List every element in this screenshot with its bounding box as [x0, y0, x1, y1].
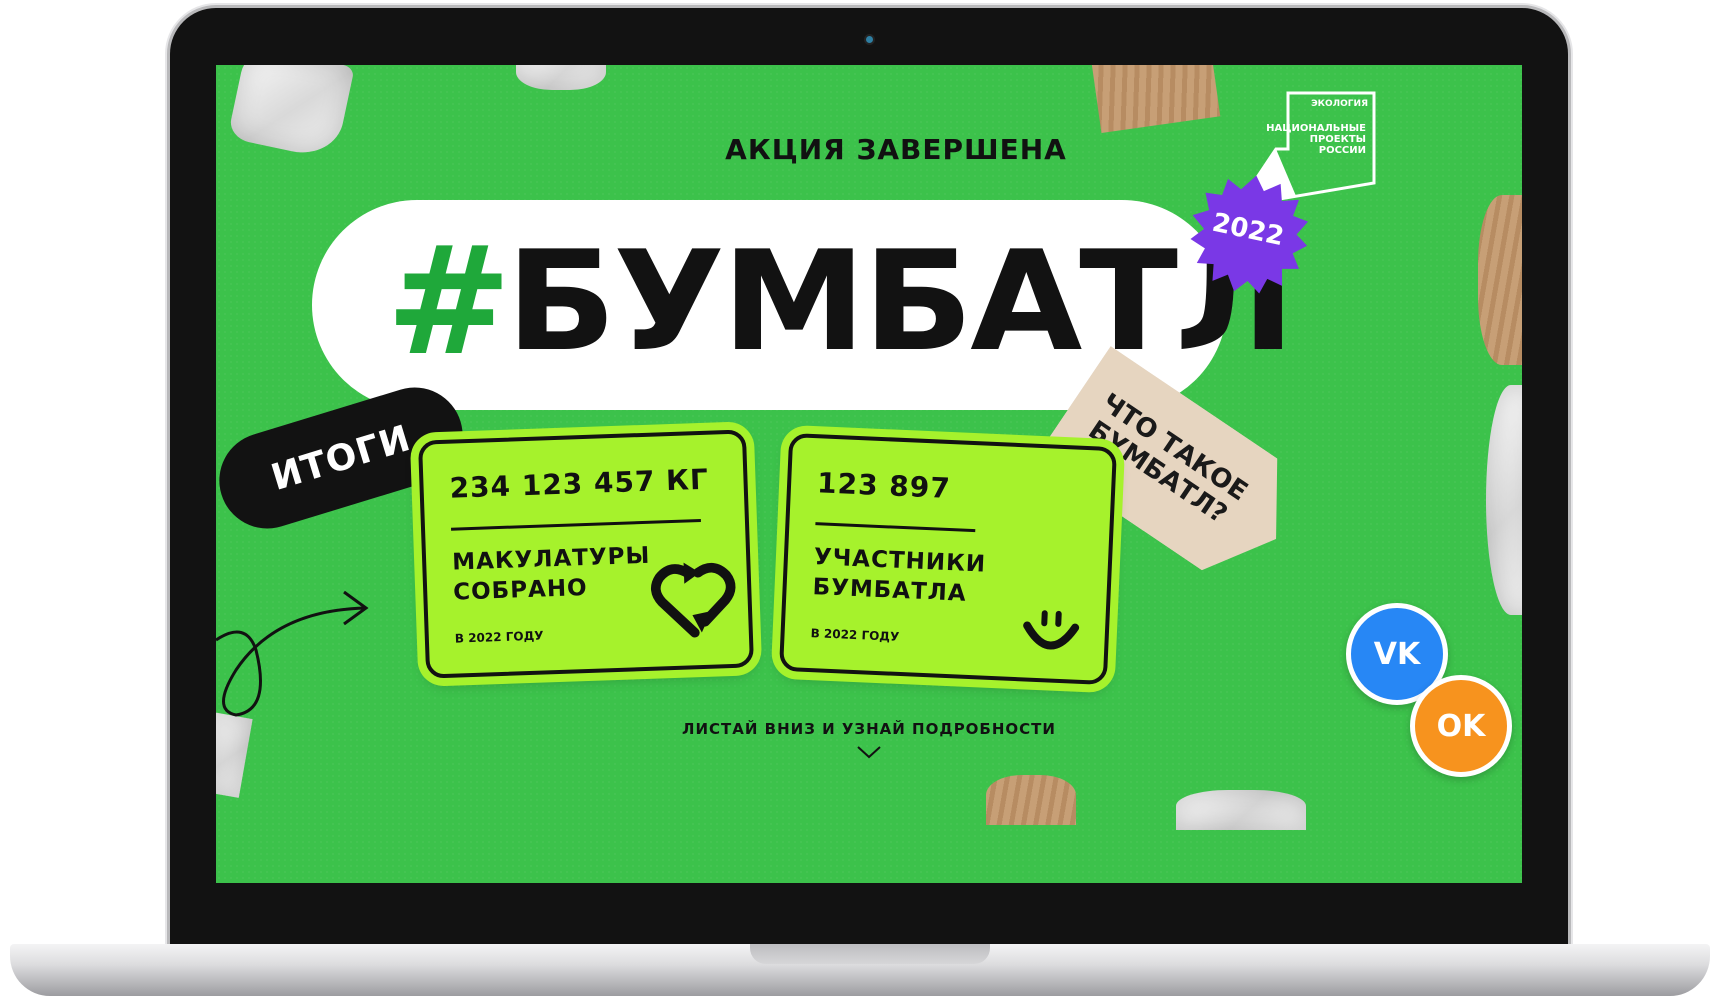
stat-label: УЧАСТНИКИ БУМБАТЛА — [812, 544, 987, 607]
stat-value: 123 897 — [816, 466, 952, 506]
cardboard-decoration — [1091, 65, 1221, 134]
stat-period: В 2022 ГОДУ — [810, 626, 900, 644]
crumpled-paper-decoration — [1486, 385, 1522, 615]
webcam — [866, 36, 873, 43]
page-title: БУМБАТЛ — [506, 221, 1295, 382]
logo-category-text: ЭКОЛОГИЯ — [1311, 99, 1368, 109]
arrow-doodle-icon — [216, 590, 369, 717]
results-button-label: ИТОГИ — [266, 417, 416, 499]
landing-page-screen: ЭКОЛОГИЯ НАЦИОНАЛЬНЫЕ ПРОЕКТЫ РОССИИ АКЦ… — [216, 65, 1522, 883]
cardboard-decoration — [986, 775, 1076, 825]
cardboard-decoration — [1478, 195, 1522, 365]
status-headline: АКЦИЯ ЗАВЕРШЕНА — [725, 133, 1067, 166]
vk-icon: VK — [1373, 636, 1421, 672]
chevron-down-icon[interactable] — [856, 745, 882, 761]
divider — [815, 522, 976, 533]
ok-share-button[interactable]: OK — [1410, 675, 1512, 777]
crumpled-paper-decoration — [216, 712, 253, 798]
smile-icon — [1023, 610, 1080, 650]
stat-period: В 2022 ГОДУ — [454, 628, 544, 646]
stat-card-paper: 234 123 457 КГ МАКУЛАТУРЫ СОБРАНО В 2022… — [417, 429, 755, 679]
title-hash: # — [386, 215, 512, 389]
scroll-hint: ЛИСТАЙ ВНИЗ И УЗНАЙ ПОДРОБНОСТИ — [682, 720, 1056, 738]
crumpled-paper-decoration — [227, 65, 355, 161]
divider — [450, 518, 701, 531]
crumpled-paper-decoration — [516, 65, 606, 90]
stat-card-participants: 123 897 УЧАСТНИКИ БУМБАТЛА В 2022 ГОДУ — [778, 432, 1118, 686]
crumpled-paper-decoration — [1176, 790, 1306, 830]
laptop-notch — [750, 944, 990, 964]
recycle-heart-icon — [651, 562, 736, 638]
logo-name-text: НАЦИОНАЛЬНЫЕ ПРОЕКТЫ РОССИИ — [1266, 123, 1366, 156]
ok-icon: OK — [1436, 708, 1486, 744]
stat-value: 234 123 457 КГ — [449, 462, 710, 505]
